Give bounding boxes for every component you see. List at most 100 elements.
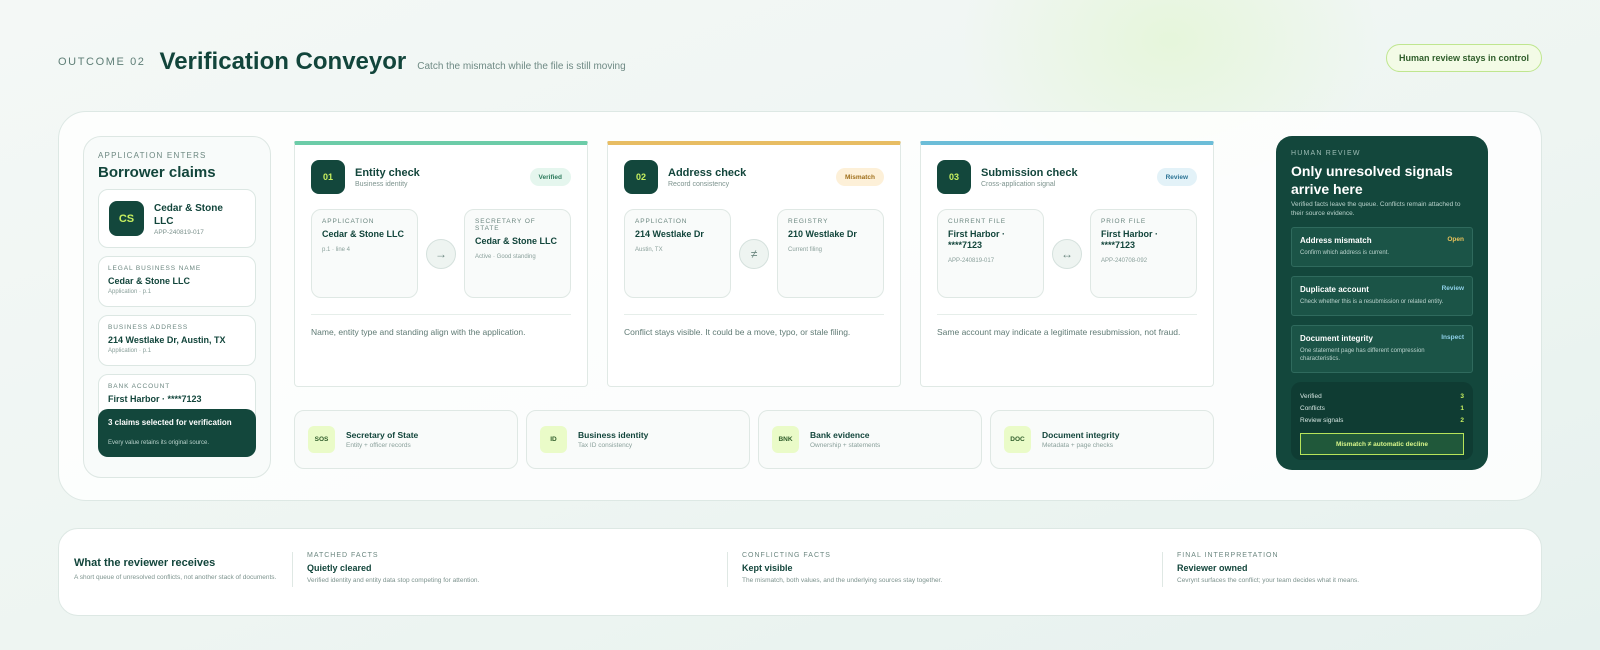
source-sub: Ownership + statements xyxy=(810,442,881,449)
tally-row-conflicts: Conflicts 1 xyxy=(1300,402,1464,414)
source-tile-doc[interactable]: DOC Document integrity Metadata + page c… xyxy=(990,410,1214,469)
signal-status: Inspect xyxy=(1441,334,1464,341)
claim-field-legal-name[interactable]: LEGAL BUSINESS NAME Cedar & Stone LLC Ap… xyxy=(98,256,256,307)
compare-value: First Harbor · ****7123 xyxy=(1101,229,1159,250)
check-card-submission[interactable]: 03 Submission check Cross-application si… xyxy=(920,141,1214,387)
source-sub: Metadata + page checks xyxy=(1042,442,1114,449)
compare-label: APPLICATION xyxy=(635,218,688,225)
bottom-col-matched: MATCHED FACTS Quietly cleared Verified i… xyxy=(292,552,479,587)
col-eyebrow: FINAL INTERPRETATION xyxy=(1177,552,1279,559)
status-badge: Review xyxy=(1156,168,1197,186)
source-sub: Tax ID consistency xyxy=(578,442,633,449)
bottom-lead-title: What the reviewer receives xyxy=(74,557,216,569)
tally-label: Conflicts xyxy=(1300,404,1325,412)
divider xyxy=(624,314,884,315)
status-badge: Verified xyxy=(529,168,571,186)
check-number: 01 xyxy=(311,160,345,194)
check-footnote: Name, entity type and standing align wit… xyxy=(311,327,526,337)
source-code-badge: SOS xyxy=(308,426,335,453)
compare-note: Active · Good standing xyxy=(475,254,536,260)
signal-address-mismatch[interactable]: Address mismatch Confirm which address i… xyxy=(1291,227,1473,267)
source-tile-id[interactable]: ID Business identity Tax ID consistency xyxy=(526,410,750,469)
compare-label: APPLICATION xyxy=(322,218,375,225)
entity-avatar: CS xyxy=(109,201,144,236)
entity-name: Cedar & Stone LLC xyxy=(154,202,223,227)
compare-label: REGISTRY xyxy=(788,218,829,225)
field-value: First Harbor · ****7123 xyxy=(108,394,202,404)
compare-note: Current filing xyxy=(788,247,823,253)
col-eyebrow: MATCHED FACTS xyxy=(307,552,379,559)
bottom-col-final: FINAL INTERPRETATION Reviewer owned Cevr… xyxy=(1162,552,1359,587)
reviewer-receives-strip: What the reviewer receives A short queue… xyxy=(58,528,1542,616)
col-sub: Cevrynt surfaces the conflict; your team… xyxy=(1177,577,1360,584)
source-name: Document integrity xyxy=(1042,430,1120,440)
tally-value: 1 xyxy=(1460,404,1464,412)
tally-row-verified: Verified 3 xyxy=(1300,390,1464,402)
check-card-entity[interactable]: 01 Entity check Business identity Verifi… xyxy=(294,141,588,387)
check-footnote: Conflict stays visible. It could be a mo… xyxy=(624,327,851,337)
human-review-pill[interactable]: Human review stays in control xyxy=(1385,44,1542,72)
col-eyebrow: CONFLICTING FACTS xyxy=(742,552,831,559)
not-equal-icon: ≠ xyxy=(739,238,769,269)
bottom-lead: What the reviewer receives A short queue… xyxy=(74,557,292,581)
arrow-right-icon: → xyxy=(426,238,456,269)
source-tile-bank[interactable]: BNK Bank evidence Ownership + statements xyxy=(758,410,982,469)
check-subtitle: Record consistency xyxy=(668,180,730,188)
page-subtitle: Catch the mismatch while the file is sti… xyxy=(417,60,626,72)
signal-duplicate-account[interactable]: Duplicate account Check whether this is … xyxy=(1291,276,1473,316)
tally-label: Review signals xyxy=(1300,416,1344,424)
review-subtitle: Verified facts leave the queue. Conflict… xyxy=(1291,201,1461,217)
compare-left: CURRENT FILE First Harbor · ****7123 APP… xyxy=(937,209,1044,298)
signal-sub: Confirm which address is current. xyxy=(1300,250,1390,256)
signal-document-integrity[interactable]: Document integrity One statement page ha… xyxy=(1291,325,1473,373)
check-card-address[interactable]: 02 Address check Record consistency Mism… xyxy=(607,141,901,387)
compare-right: SECRETARY OF STATE Cedar & Stone LLC Act… xyxy=(464,209,571,298)
signal-status: Open xyxy=(1447,236,1464,243)
col-sub: The mismatch, both values, and the under… xyxy=(742,577,943,584)
compare-right: REGISTRY 210 Westlake Dr Current filing xyxy=(777,209,884,298)
source-code-badge: ID xyxy=(540,426,567,453)
compare-left: APPLICATION Cedar & Stone LLC p.1 · line… xyxy=(311,209,418,298)
signal-title: Document integrity xyxy=(1300,334,1373,343)
entity-card[interactable]: CS Cedar & Stone LLC APP-240819-017 xyxy=(98,189,256,248)
compare-right: PRIOR FILE First Harbor · ****7123 APP-2… xyxy=(1090,209,1197,298)
review-eyebrow: HUMAN REVIEW xyxy=(1291,150,1361,157)
check-number: 02 xyxy=(624,160,658,194)
signal-title: Duplicate account xyxy=(1300,285,1369,294)
compare-label: CURRENT FILE xyxy=(948,218,1006,225)
compare-note: APP-240819-017 xyxy=(948,258,995,264)
check-number: 03 xyxy=(937,160,971,194)
source-name: Bank evidence xyxy=(810,430,870,440)
arrow-both-icon: ↔ xyxy=(1052,238,1082,269)
col-title: Reviewer owned xyxy=(1177,563,1248,573)
field-value: Cedar & Stone LLC xyxy=(108,276,191,286)
compare-left: APPLICATION 214 Westlake Dr Austin, TX xyxy=(624,209,731,298)
field-label: BUSINESS ADDRESS xyxy=(108,324,189,331)
tally-value: 3 xyxy=(1460,392,1464,400)
signal-status: Review xyxy=(1441,285,1464,292)
borrower-claims-panel: APPLICATION ENTERS Borrower claims CS Ce… xyxy=(83,136,271,478)
conveyor-frame: APPLICATION ENTERS Borrower claims CS Ce… xyxy=(58,111,1542,501)
tally-label: Verified xyxy=(1300,392,1322,400)
human-review-panel: HUMAN REVIEW Only unresolved signals arr… xyxy=(1276,136,1488,470)
check-subtitle: Business identity xyxy=(355,180,408,188)
divider xyxy=(311,314,571,315)
compare-note: APP-240708-092 xyxy=(1101,258,1148,264)
source-code-badge: BNK xyxy=(772,426,799,453)
review-title: Only unresolved signals arrive here xyxy=(1291,163,1453,197)
check-subtitle: Cross-application signal xyxy=(981,180,1056,188)
banner-title: 3 claims selected for verification xyxy=(108,418,232,427)
source-code-badge: DOC xyxy=(1004,426,1031,453)
source-name: Secretary of State xyxy=(346,430,419,440)
field-label: LEGAL BUSINESS NAME xyxy=(108,265,202,272)
field-value: 214 Westlake Dr, Austin, TX xyxy=(108,335,226,345)
check-title: Entity check xyxy=(355,166,420,179)
entity-id: APP-240819-017 xyxy=(154,228,204,236)
claim-field-address[interactable]: BUSINESS ADDRESS 214 Westlake Dr, Austin… xyxy=(98,315,256,366)
signal-sub: One statement page has different compres… xyxy=(1300,348,1425,362)
col-sub: Verified identity and entity data stop c… xyxy=(307,577,480,584)
compare-value: First Harbor · ****7123 xyxy=(948,229,1006,250)
source-tile-sos[interactable]: SOS Secretary of State Entity + officer … xyxy=(294,410,518,469)
tally-value: 2 xyxy=(1460,416,1464,424)
status-badge: Mismatch xyxy=(836,168,884,186)
